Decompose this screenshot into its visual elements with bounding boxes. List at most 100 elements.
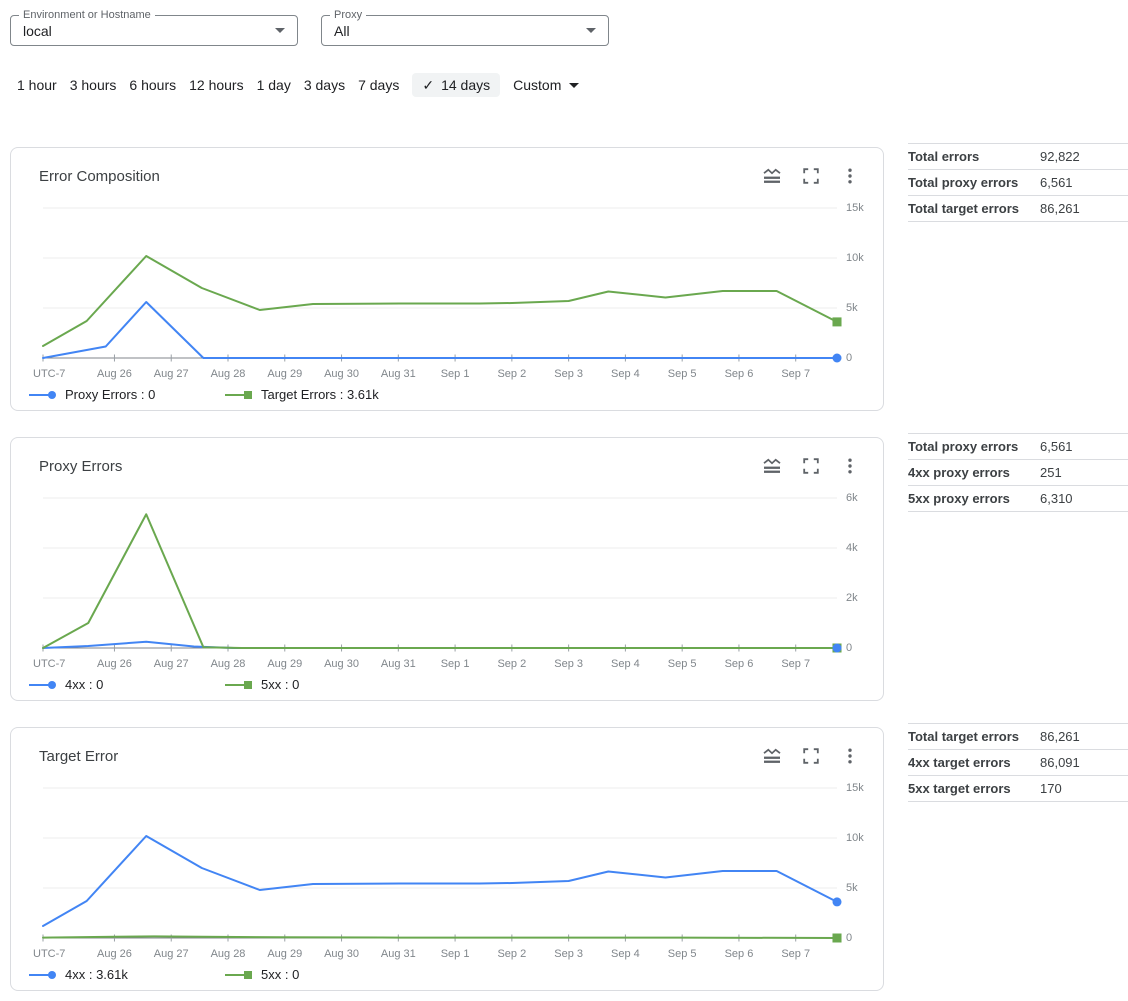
legend-square-swatch: [225, 680, 252, 690]
legend-item-5xx[interactable]: 5xx : 0: [225, 967, 421, 982]
time-range-option-3-days[interactable]: 3 days: [304, 73, 345, 97]
time-range-option-label: 1 hour: [17, 77, 57, 93]
more-options-icon[interactable]: [841, 457, 859, 475]
x-axis-tick-label: Aug 27: [154, 658, 189, 670]
x-axis-tick-label: Aug 28: [211, 948, 246, 960]
x-axis-tick-label: Aug 30: [324, 948, 359, 960]
stat-label: Total proxy errors: [908, 434, 1040, 460]
time-range-option-1-hour[interactable]: 1 hour: [17, 73, 57, 97]
stat-label: Total target errors: [908, 724, 1040, 750]
legend-swatch-marker: [244, 391, 252, 399]
dropdown-arrow-icon: [586, 28, 596, 33]
proxy-select-label: Proxy: [330, 9, 366, 22]
stat-value: 170: [1040, 776, 1128, 802]
legend-swatch-marker: [48, 681, 56, 689]
y-axis-tick-label: 4k: [846, 542, 858, 554]
y-axis-tick-label: 15k: [846, 782, 864, 794]
y-axis-tick-label: 5k: [846, 882, 858, 894]
x-axis-tick-label: Aug 27: [154, 948, 189, 960]
time-range-option-6-hours[interactable]: 6 hours: [129, 73, 176, 97]
dashboard-row: Proxy ErrorsUTC-7Aug 26Aug 27Aug 28Aug 2…: [10, 437, 1128, 701]
legend-item-5xx[interactable]: 5xx : 0: [225, 677, 421, 692]
proxy-select[interactable]: Proxy All: [321, 15, 609, 46]
x-axis-utc-label: UTC-7: [33, 368, 65, 380]
legend-label: 5xx : 0: [261, 677, 299, 692]
plot-area: UTC-7Aug 26Aug 27Aug 28Aug 29Aug 30Aug 3…: [43, 492, 837, 671]
x-axis-labels: UTC-7Aug 26Aug 27Aug 28Aug 29Aug 30Aug 3…: [43, 366, 837, 381]
x-axis-tick-label: Aug 26: [97, 368, 132, 380]
more-options-icon[interactable]: [841, 747, 859, 765]
card-header: Error Composition: [11, 166, 883, 186]
time-range-option-custom[interactable]: Custom: [513, 73, 579, 97]
toggle-legend-icon[interactable]: [763, 167, 781, 185]
stats-row: Total target errors86,261: [908, 196, 1128, 222]
legend-item-proxy-errors[interactable]: Proxy Errors : 0: [29, 387, 225, 402]
fullscreen-icon[interactable]: [802, 457, 820, 475]
legend-item-4xx[interactable]: 4xx : 3.61k: [29, 967, 225, 982]
toggle-legend-icon[interactable]: [763, 457, 781, 475]
environment-select[interactable]: Environment or Hostname local: [10, 15, 298, 46]
environment-select-label: Environment or Hostname: [19, 9, 155, 22]
stat-label: Total target errors: [908, 196, 1040, 222]
stat-value: 251: [1040, 460, 1128, 486]
time-range-option-label: 12 hours: [189, 77, 243, 93]
x-axis-tick-label: Sep 1: [441, 658, 470, 670]
chart-area: UTC-7Aug 26Aug 27Aug 28Aug 29Aug 30Aug 3…: [43, 782, 883, 961]
stat-value: 86,261: [1040, 196, 1128, 222]
time-range-option-label: 3 hours: [70, 77, 117, 93]
legend-label: Proxy Errors : 0: [65, 387, 155, 402]
time-range-option-1-day[interactable]: 1 day: [257, 73, 291, 97]
proxy-select-value: All: [334, 23, 350, 39]
x-axis-tick-label: Sep 1: [441, 368, 470, 380]
x-axis-utc-label: UTC-7: [33, 658, 65, 670]
y-axis-tick-label: 6k: [846, 492, 858, 504]
legend-square-swatch: [225, 390, 252, 400]
toggle-legend-icon[interactable]: [763, 747, 781, 765]
stats-row: Total errors92,822: [908, 144, 1128, 170]
x-axis-tick-label: Aug 29: [267, 368, 302, 380]
environment-select-value: local: [23, 23, 52, 39]
card-header: Target Error: [11, 746, 883, 766]
x-axis-tick-label: Sep 6: [725, 658, 754, 670]
x-axis-utc-label: UTC-7: [33, 948, 65, 960]
stats-table-target-errors: Total target errors86,2614xx target erro…: [908, 723, 1128, 802]
fullscreen-icon[interactable]: [802, 167, 820, 185]
stat-label: Total proxy errors: [908, 170, 1040, 196]
stat-value: 6,310: [1040, 486, 1128, 512]
legend-item-4xx[interactable]: 4xx : 0: [29, 677, 225, 692]
x-axis-tick-label: Sep 7: [781, 368, 810, 380]
x-axis-tick-label: Sep 3: [554, 948, 583, 960]
x-axis-tick-label: Aug 30: [324, 658, 359, 670]
x-axis-tick-label: Aug 31: [381, 368, 416, 380]
fullscreen-icon[interactable]: [802, 747, 820, 765]
time-range-option-14-days[interactable]: ✓14 days: [412, 73, 500, 97]
x-axis-tick-label: Aug 28: [211, 368, 246, 380]
more-options-icon[interactable]: [841, 167, 859, 185]
stat-label: 4xx target errors: [908, 750, 1040, 776]
stat-label: Total errors: [908, 144, 1040, 170]
x-axis-tick-label: Sep 1: [441, 948, 470, 960]
card-actions: [763, 167, 859, 185]
legend-swatch-marker: [48, 971, 56, 979]
stat-value: 86,091: [1040, 750, 1128, 776]
y-axis-tick-label: 15k: [846, 202, 864, 214]
time-range-option-label: 7 days: [358, 77, 399, 93]
legend-item-target-errors[interactable]: Target Errors : 3.61k: [225, 387, 421, 402]
stats-row: Total proxy errors6,561: [908, 170, 1128, 196]
y-axis-labels: 15k10k5k0: [837, 202, 883, 381]
dropdown-arrow-icon: [275, 28, 285, 33]
time-range-option-12-hours[interactable]: 12 hours: [189, 73, 243, 97]
x-axis-tick-label: Sep 7: [781, 658, 810, 670]
filters-row: Environment or Hostname local Proxy All: [10, 15, 1128, 46]
legend-label: 4xx : 3.61k: [65, 967, 128, 982]
legend-swatch-marker: [244, 681, 252, 689]
time-range-option-7-days[interactable]: 7 days: [358, 73, 399, 97]
stat-value: 6,561: [1040, 170, 1128, 196]
dashboard-row: Target ErrorUTC-7Aug 26Aug 27Aug 28Aug 2…: [10, 727, 1128, 991]
time-range-option-label: 6 hours: [129, 77, 176, 93]
chart-legend: Proxy Errors : 0 Target Errors : 3.61k: [11, 387, 883, 402]
time-range-option-3-hours[interactable]: 3 hours: [70, 73, 117, 97]
x-axis-tick-label: Sep 5: [668, 368, 697, 380]
x-axis-tick-label: Aug 31: [381, 948, 416, 960]
x-axis-tick-label: Sep 4: [611, 948, 640, 960]
